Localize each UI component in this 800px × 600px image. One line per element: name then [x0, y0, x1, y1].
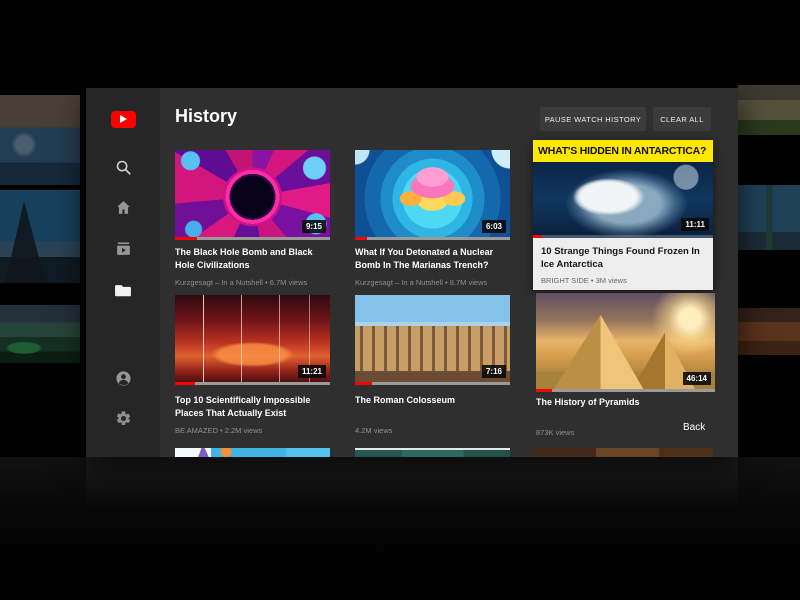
video-meta: 873K views — [536, 428, 574, 437]
duration-badge: 7:16 — [482, 365, 506, 378]
video-meta: BRIGHT SIDE • 3M views — [541, 276, 627, 285]
video-meta: BE AMAZED • 2.2M views — [175, 426, 262, 435]
panel-reflection — [86, 457, 738, 509]
search-icon — [115, 159, 132, 181]
video-thumbnail-nuclear-bomb: 6:03 — [355, 150, 510, 240]
account-icon — [115, 370, 132, 392]
sidebar-item-library[interactable] — [86, 280, 160, 304]
watch-progress-fill — [355, 237, 367, 240]
video-thumbnail-colosseum: 7:16 — [355, 295, 510, 385]
duration-badge: 11:11 — [681, 218, 709, 231]
video-card[interactable]: 6:03 What If You Detonated a Nuclear Bom… — [355, 150, 510, 240]
back-button-hint[interactable]: Back — [683, 422, 705, 433]
partial-thumbnail-row3-col2[interactable] — [355, 448, 510, 457]
watch-progress-track — [175, 382, 330, 385]
focused-info-card: 10 Strange Things Found Frozen In Ice An… — [533, 238, 713, 290]
background-thumbnail-ocean — [0, 95, 80, 185]
video-card[interactable]: 7:16 The Roman Colosseum 4.2M views — [355, 295, 510, 385]
thumbnail-banner-text: WHAT'S HIDDEN IN ANTARCTICA? — [533, 140, 713, 162]
duration-badge: 11:21 — [298, 365, 326, 378]
duration-badge: 46:14 — [683, 372, 711, 385]
video-title: The Black Hole Bomb and Black Hole Civil… — [175, 246, 330, 272]
settings-gear-icon — [115, 410, 132, 432]
page-title: History — [175, 106, 237, 127]
sidebar-item-home[interactable] — [86, 198, 160, 222]
play-glyph — [120, 115, 127, 123]
pause-watch-history-button[interactable]: PAUSE WATCH HISTORY — [540, 107, 646, 131]
video-title: The Roman Colosseum — [355, 394, 510, 407]
watch-progress-fill — [536, 389, 552, 392]
partial-thumbnail-row3-col3[interactable] — [533, 448, 713, 457]
video-meta: Kurzgesagt – In a Nutshell • 8.7M views — [355, 278, 487, 287]
tv-screen-background: History PAUSE WATCH HISTORY CLEAR ALL 9:… — [0, 0, 800, 600]
sidebar-item-account[interactable] — [86, 369, 160, 393]
clear-all-button[interactable]: CLEAR ALL — [653, 107, 711, 131]
history-overlay-panel: History PAUSE WATCH HISTORY CLEAR ALL 9:… — [86, 88, 738, 457]
watch-progress-track — [355, 237, 510, 240]
watch-progress-track — [355, 382, 510, 385]
video-card-focused[interactable]: WHAT'S HIDDEN IN ANTARCTICA? 11:11 10 St… — [533, 140, 713, 290]
video-meta: Kurzgesagt – In a Nutshell • 6.7M views — [175, 278, 307, 287]
video-meta: 4.2M views — [355, 426, 393, 435]
watch-progress-track — [536, 389, 715, 392]
video-thumbnail-pyramids: 46:14 — [536, 293, 715, 392]
video-title: What If You Detonated a Nuclear Bomb In … — [355, 246, 510, 272]
subscriptions-icon — [115, 240, 132, 262]
partial-thumbnail-row3-col1[interactable] — [175, 448, 330, 457]
sidebar — [86, 88, 160, 457]
watch-progress-fill — [175, 237, 197, 240]
video-title: 10 Strange Things Found Frozen In Ice An… — [541, 245, 705, 271]
sidebar-item-settings[interactable] — [86, 409, 160, 433]
background-thumbnail-lake-boats — [0, 305, 80, 363]
video-title: Top 10 Scientifically Impossible Places … — [175, 394, 330, 420]
library-folder-icon — [114, 281, 132, 304]
video-thumbnail-antarctica: 11:11 — [533, 162, 713, 238]
background-thumbnail-eiffel-tower — [0, 190, 80, 283]
video-thumbnail-black-hole: 9:15 — [175, 150, 330, 240]
video-title: The History of Pyramids — [536, 396, 715, 409]
background-thumbnail-canyon — [738, 308, 800, 355]
video-card[interactable]: 46:14 The History of Pyramids 873K views — [536, 293, 715, 392]
youtube-logo-icon — [111, 111, 136, 128]
background-thumbnail-colosseum — [738, 85, 800, 135]
video-card[interactable]: 11:21 Top 10 Scientifically Impossible P… — [175, 295, 330, 385]
video-card[interactable]: 9:15 The Black Hole Bomb and Black Hole … — [175, 150, 330, 240]
duration-badge: 6:03 — [482, 220, 506, 233]
sidebar-item-search[interactable] — [86, 158, 160, 182]
duration-badge: 9:15 — [302, 220, 326, 233]
background-thumbnail-statue-of-liberty — [738, 185, 800, 250]
sidebar-item-subscriptions[interactable] — [86, 239, 160, 263]
video-thumbnail-lightning-storm: 11:21 — [175, 295, 330, 385]
sidebar-item-youtube-logo[interactable] — [86, 107, 160, 131]
watch-progress-track — [175, 237, 330, 240]
watch-progress-fill — [355, 382, 372, 385]
watch-progress-fill — [175, 382, 195, 385]
home-icon — [115, 199, 132, 221]
